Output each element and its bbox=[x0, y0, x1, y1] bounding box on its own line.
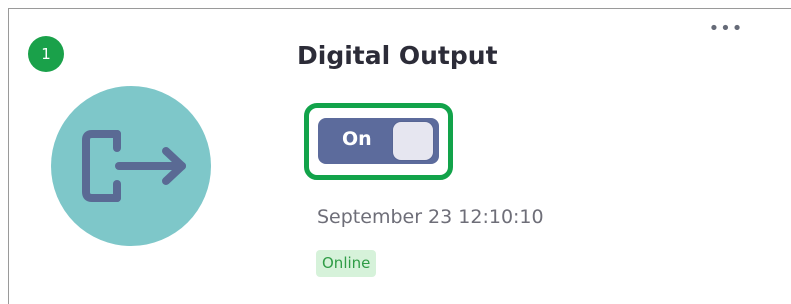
device-title: Digital Output bbox=[297, 41, 498, 70]
toggle-state-label: On bbox=[342, 128, 372, 150]
device-avatar bbox=[51, 86, 211, 246]
ellipsis-horizontal-icon: ••• bbox=[708, 18, 744, 39]
status-badge: Online bbox=[316, 250, 377, 277]
step-number-badge: 1 bbox=[28, 36, 64, 72]
exit-arrow-icon bbox=[82, 130, 186, 202]
last-updated-timestamp: September 23 12:10:10 bbox=[317, 206, 544, 228]
more-options-button[interactable]: ••• bbox=[706, 20, 746, 40]
toggle-knob[interactable] bbox=[393, 122, 433, 160]
output-toggle[interactable]: On bbox=[318, 118, 439, 164]
